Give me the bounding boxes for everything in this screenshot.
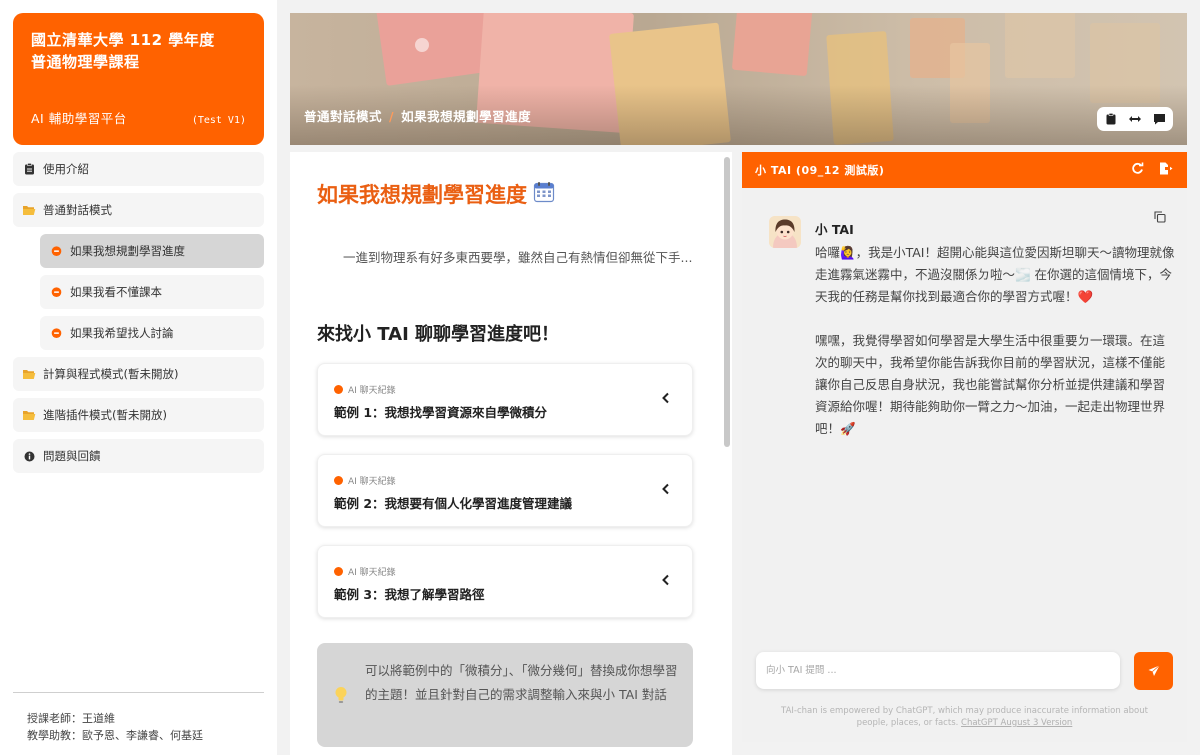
chevron-left-icon[interactable] [661,574,670,590]
folder-open-icon [22,203,36,217]
version-label: (Test V1) [191,115,246,126]
sidebar-item-label: 如果我想規劃學習進度 [70,244,185,258]
teacher-credit: 授課老師：王道維 [27,712,115,725]
calendar-icon [533,181,555,208]
sidebar-item-label: 進階插件模式(暫未開放) [43,408,167,422]
sidebar-item-label: 使用介紹 [43,162,89,176]
chat-bubble-icon [49,285,63,299]
assistant-message: 哈囉🙋‍♀️，我是小TAI！超開心能與這位愛因斯坦聊天～讀物理就像走進霧氣迷霧中… [815,242,1175,462]
main-content: 如果我想規劃學習進度 一進到物理系有好多東西要學，雖然自己有熱情但卻無從下手..… [290,152,732,755]
content-scrollbar[interactable] [724,157,730,447]
sidebar-item-feedback[interactable]: 問題與回饋 [13,439,264,473]
banner-toolbar [1097,107,1173,131]
card-tag-label: AI 聊天紀錄 [348,568,396,578]
sidebar-item-intro[interactable]: 使用介紹 [13,152,264,186]
brand-card: 國立清華大學 112 學年度 普通物理學課程 AI 輔助學習平台 (Test V… [13,13,264,145]
chat-header-tools [1131,162,1173,178]
sidebar: 國立清華大學 112 學年度 普通物理學課程 AI 輔助學習平台 (Test V… [0,0,277,755]
sidebar-item-compute-mode[interactable]: 計算與程式模式(暫未開放) [13,357,264,391]
course-title: 國立清華大學 112 學年度 普通物理學課程 [31,29,246,73]
sidebar-item-label: 如果我看不懂課本 [70,285,162,299]
sidebar-item-plugin-mode[interactable]: 進階插件模式(暫未開放) [13,398,264,432]
breadcrumb-item-mode[interactable]: 普通對話模式 [304,109,382,124]
example-card-3[interactable]: AI 聊天紀錄 範例 3：我想了解學習路徑 [317,545,693,618]
clipboard-icon[interactable] [1103,111,1119,127]
tip-box: 可以將範例中的「微積分」、「微分幾何」替換成你想學習的主題！並且針對自己的需求調… [317,643,693,747]
assistants-credit: 教學助教：歐予恩、李謙睿、何基廷 [27,729,203,742]
copy-icon[interactable] [1154,208,1166,227]
card-tag: AI 聊天紀錄 [334,565,396,578]
info-icon [22,449,36,463]
clipboard-icon [22,162,36,176]
page-title-text: 如果我想規劃學習進度 [317,183,527,207]
sidebar-item-find-discussion[interactable]: 如果我希望找人討論 [40,316,264,350]
tip-text: 可以將範例中的「微積分」、「微分幾何」替換成你想學習的主題！並且針對自己的需求調… [365,663,678,702]
card-tag: AI 聊天紀錄 [334,474,396,487]
header-banner: 普通對話模式 / 如果我想規劃學習進度 [290,13,1187,145]
chat-bubble-icon [49,244,63,258]
intro-text: 一進到物理系有好多東西要學，雖然自己有熱情但卻無從下手... [343,250,693,265]
card-title: 範例 3：我想了解學習路徑 [334,587,485,602]
disclaimer: TAI-chan is empowered by ChatGPT, which … [772,705,1157,729]
lightbulb-icon [334,686,348,708]
chat-header: 小 TAI (09_12 測試版) [742,152,1187,188]
course-title-line2: 普通物理學課程 [31,53,140,71]
avatar [769,216,801,248]
chat-header-title: 小 TAI (09_12 測試版) [755,164,885,177]
platform-subtitle: AI 輔助學習平台 [31,111,127,126]
export-icon[interactable] [1159,162,1173,178]
send-button[interactable] [1134,652,1173,690]
breadcrumb-separator: / [389,109,395,124]
comment-icon[interactable] [1151,111,1167,127]
sidebar-item-label: 普通對話模式 [43,203,112,217]
chat-panel: 小 TAI (09_12 測試版) 小 TAI 哈囉🙋‍♀️，我是小TAI！超開… [742,152,1187,742]
section-heading: 來找小 TAI 聊聊學習進度吧！ [317,324,560,345]
chevron-left-icon[interactable] [661,392,670,408]
chat-input[interactable] [756,652,1120,689]
chevron-left-icon[interactable] [661,483,670,499]
send-icon [1148,665,1160,676]
card-title: 範例 2：我想要有個人化學習進度管理建議 [334,496,573,511]
swap-horizontal-icon[interactable] [1127,111,1143,127]
folder-icon [22,367,36,381]
model-version-link[interactable]: ChatGPT August 3 Version [961,718,1072,728]
chat-bubble-icon [334,476,343,485]
message-paragraph: 哈囉🙋‍♀️，我是小TAI！超開心能與這位愛因斯坦聊天～讀物理就像走進霧氣迷霧中… [815,245,1175,304]
message-paragraph: 嘿嘿，我覺得學習如何學習是大學生活中很重要ㄉ一環環。在這次的聊天中，我希望你能告… [815,333,1166,436]
breadcrumb-item-current: 如果我想規劃學習進度 [401,109,532,124]
example-card-2[interactable]: AI 聊天紀錄 範例 2：我想要有個人化學習進度管理建議 [317,454,693,527]
refresh-icon[interactable] [1131,162,1144,178]
sidebar-item-textbook-help[interactable]: 如果我看不懂課本 [40,275,264,309]
chat-bubble-icon [334,385,343,394]
course-title-line1: 國立清華大學 112 學年度 [31,31,215,49]
message-sender: 小 TAI [815,222,854,237]
chat-bubble-icon [49,326,63,340]
page-title: 如果我想規劃學習進度 [317,179,555,209]
chat-bubble-icon [334,567,343,576]
sidebar-item-plan-progress[interactable]: 如果我想規劃學習進度 [40,234,264,268]
sidebar-item-general-chat[interactable]: 普通對話模式 [13,193,264,227]
folder-icon [22,408,36,422]
sidebar-item-label: 如果我希望找人討論 [70,326,174,340]
credits: 授課老師：王道維 教學助教：歐予恩、李謙睿、何基廷 [13,692,264,744]
card-title: 範例 1：我想找學習資源來自學微積分 [334,405,548,420]
sidebar-nav: 使用介紹 普通對話模式 如果我想規劃學習進度 如果我看不懂課本 如果我希望找人討 [13,152,264,480]
card-tag: AI 聊天紀錄 [334,383,396,396]
sidebar-item-label: 問題與回饋 [43,449,101,463]
example-card-1[interactable]: AI 聊天紀錄 範例 1：我想找學習資源來自學微積分 [317,363,693,436]
sidebar-item-label: 計算與程式模式(暫未開放) [43,367,179,381]
card-tag-label: AI 聊天紀錄 [348,477,396,487]
card-tag-label: AI 聊天紀錄 [348,386,396,396]
breadcrumb: 普通對話模式 / 如果我想規劃學習進度 [304,106,531,125]
